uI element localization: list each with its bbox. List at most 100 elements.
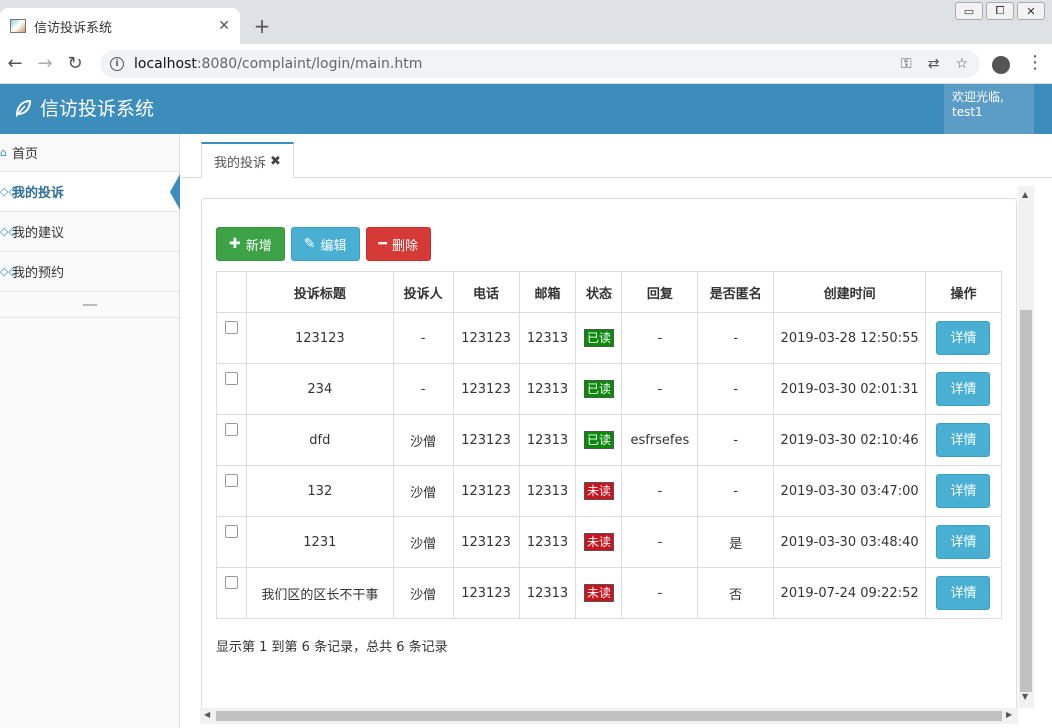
cell-person: - xyxy=(392,363,454,415)
table-row[interactable]: dfd 沙僧 123123 12313 已读 esfrsefes -2019-03-30 0… xyxy=(216,414,1003,466)
row-checkbox[interactable] xyxy=(224,474,238,487)
cell-anon: 是 xyxy=(697,516,775,568)
cell-phone: 123123 xyxy=(452,312,520,364)
delete-button[interactable]: ━ 删除 xyxy=(365,227,431,261)
cell-status: 未读 xyxy=(575,465,623,517)
browser-tab[interactable]: 信访投诉系统 ✕ xyxy=(0,8,240,44)
table-row[interactable]: 234-123123 12313 已读 - -2019-03-30 02:01:31 详情 xyxy=(216,363,1003,415)
cell-email: 12313 xyxy=(518,567,577,619)
profile-icon[interactable] xyxy=(992,56,1010,74)
table-row[interactable]: 1231 沙僧 123123 12313 未读 - 是 2019-03-30 03:48:40… xyxy=(216,516,1003,568)
minimize-icon[interactable]: ▭ xyxy=(955,2,983,20)
horizontal-scrollbar[interactable]: ◀ ▶ xyxy=(200,708,1018,724)
app-logo[interactable]: 信访投诉系统 xyxy=(14,94,154,121)
cell-title: 123123 xyxy=(245,312,394,364)
cell-status: 未读 xyxy=(575,516,623,568)
tab-label: 我的投诉 xyxy=(214,155,267,171)
row-checkbox[interactable] xyxy=(224,372,238,385)
table-row[interactable]: 132 沙僧 123123 12313 未读 - -2019-03-30 03:47:00 详… xyxy=(216,465,1003,517)
column-header[interactable]: 状态 xyxy=(575,271,623,313)
detail-button[interactable]: 详情 xyxy=(936,525,991,559)
row-checkbox[interactable] xyxy=(224,321,238,334)
detail-button[interactable]: 详情 xyxy=(936,423,991,457)
url-path: :8080/complaint/login/main.htm xyxy=(196,56,423,72)
cell-email: 12313 xyxy=(518,414,577,466)
forward-icon[interactable]: → xyxy=(30,53,60,74)
scroll-left-icon[interactable]: ◀ xyxy=(204,710,210,719)
detail-button[interactable]: 详情 xyxy=(936,474,991,508)
key-icon[interactable]: ⚿ xyxy=(901,56,912,72)
tab-close-icon[interactable]: ✕ xyxy=(218,18,230,34)
cell-person: 沙僧 xyxy=(392,516,454,568)
cell-actions: 详情 xyxy=(924,567,1003,619)
user-menu[interactable]: 欢迎光临, test1 xyxy=(944,84,1034,134)
home-icon: ⌂ xyxy=(0,146,7,159)
address-bar[interactable]: i localhost:8080/complaint/login/main.ht… xyxy=(100,50,980,78)
browser-tab-title: 信访投诉系统 xyxy=(34,20,113,36)
edit-button-label: 编辑 xyxy=(320,238,347,254)
browser-menu-icon[interactable]: ⋮ xyxy=(1026,52,1044,73)
vertical-scroll-thumb[interactable] xyxy=(1020,310,1032,692)
edit-icon: ✎ xyxy=(303,236,316,252)
back-icon[interactable]: ← xyxy=(0,53,30,74)
table-row[interactable]: 123123-123123 12313 已读 - -2019-03-28 12:50:5… xyxy=(216,312,1003,364)
sidebar-item-my-appointments[interactable]: ◇◇ 我的预约 xyxy=(0,252,179,292)
column-header[interactable]: 投诉人 xyxy=(392,271,454,313)
column-header[interactable]: 邮箱 xyxy=(518,271,577,313)
detail-button[interactable]: 详情 xyxy=(936,372,991,406)
row-checkbox[interactable] xyxy=(224,525,238,538)
edit-button[interactable]: ✎ 编辑 xyxy=(290,227,360,261)
tab-my-complaints[interactable]: 我的投诉 ✖ xyxy=(201,142,294,178)
cell-email: 12313 xyxy=(518,465,577,517)
add-button[interactable]: ✚ 新增 xyxy=(216,227,285,261)
row-checkbox[interactable] xyxy=(224,423,238,436)
sidebar-item-home[interactable]: ⌂ 首页 xyxy=(0,134,179,172)
cell-actions: 详情 xyxy=(924,465,1003,517)
cell-title: dfd xyxy=(245,414,394,466)
scroll-right-icon[interactable]: ▶ xyxy=(1006,710,1012,719)
cell-actions: 详情 xyxy=(924,363,1003,415)
bookmark-star-icon[interactable]: ☆ xyxy=(955,56,968,72)
detail-button[interactable]: 详情 xyxy=(936,576,991,610)
column-header[interactable]: 操作 xyxy=(924,271,1003,313)
scroll-up-icon[interactable]: ▲ xyxy=(1022,190,1028,199)
cell-created: 2019-03-30 03:48:40 xyxy=(773,516,926,568)
cell-reply: esfrsefes xyxy=(621,414,699,466)
sidebar-collapse-handle[interactable] xyxy=(0,292,179,318)
column-header[interactable]: 投诉标题 xyxy=(245,271,394,313)
table-row[interactable]: 我们区的区长不干事 沙僧 123123 12313 未读 - 否 2019-07-24 09:… xyxy=(216,567,1003,619)
window-controls: ▭ ⧠ ✕ xyxy=(952,2,1045,20)
cell-phone: 123123 xyxy=(452,363,520,415)
column-header[interactable]: 回复 xyxy=(621,271,699,313)
minus-icon: ━ xyxy=(378,236,387,252)
scroll-down-icon[interactable]: ▼ xyxy=(1022,692,1028,701)
app-title: 信访投诉系统 xyxy=(40,98,155,120)
horizontal-scroll-thumb[interactable] xyxy=(216,711,1002,721)
detail-button[interactable]: 详情 xyxy=(936,321,991,355)
cell-created: 2019-03-28 12:50:55 xyxy=(773,312,926,364)
status-badge: 已读 xyxy=(583,380,614,398)
row-checkbox[interactable] xyxy=(224,576,238,589)
url-host: localhost xyxy=(134,56,197,72)
pagination-info: 显示第 1 到第 6 条记录，总共 6 条记录 xyxy=(216,640,448,655)
close-window-icon[interactable]: ✕ xyxy=(1017,2,1045,20)
restore-icon[interactable]: ⧠ xyxy=(986,2,1014,20)
sidebar-item-my-complaints[interactable]: ◇◇ 我的投诉 xyxy=(0,172,180,212)
new-tab-button[interactable]: + xyxy=(250,14,274,38)
sidebar-item-label: 我的建议 xyxy=(12,226,65,241)
cell-reply: - xyxy=(621,363,699,415)
cell-reply: - xyxy=(621,567,699,619)
sidebar-item-my-suggestions[interactable]: ◇◇ 我的建议 xyxy=(0,212,179,252)
tab-close-icon[interactable]: ✖ xyxy=(270,154,281,169)
cell-email: 12313 xyxy=(518,516,577,568)
cell-actions: 详情 xyxy=(924,414,1003,466)
vertical-scrollbar[interactable]: ▲ ▼ xyxy=(1018,186,1034,708)
translate-icon[interactable]: ⇄ xyxy=(928,56,940,72)
row-select-cell xyxy=(216,414,247,466)
cell-title: 1231 xyxy=(245,516,394,568)
column-header[interactable]: 是否匿名 xyxy=(697,271,775,313)
column-header[interactable]: 电话 xyxy=(452,271,520,313)
reload-icon[interactable]: ↻ xyxy=(60,53,90,74)
site-info-icon[interactable]: i xyxy=(110,57,124,71)
column-header[interactable]: 创建时间 xyxy=(773,271,926,313)
